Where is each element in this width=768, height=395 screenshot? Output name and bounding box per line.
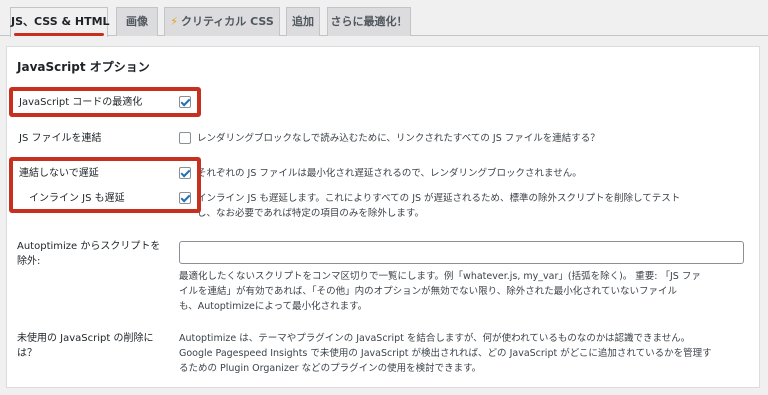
highlight-box <box>9 87 201 117</box>
defer-inline-js-description-line: インライン JS も遅延します。これによりすべての JS が遅延されるため、標準… <box>197 193 681 204</box>
tab-label: 追加 <box>292 15 314 28</box>
aggregate-js-description: レンダリングブロックなしで読み込むために、リンクされたすべての JS ファイルを… <box>197 133 600 144</box>
tab-optimize-more[interactable]: さらに最適化！ <box>327 7 411 36</box>
exclude-js-description-line: 最適化したくないスクリプトをコンマ区切りで一覧にします。例「whatever.j… <box>179 271 701 282</box>
defer-inline-js-description-line: し、なお必要であれば特定の項目のみを除外します。 <box>197 208 424 219</box>
tab-extra[interactable]: 追加 <box>286 7 320 36</box>
active-tab-underline <box>14 33 104 36</box>
exclude-js-input[interactable] <box>179 241 744 264</box>
highlight-box <box>9 157 201 213</box>
unused-js-description-line: Google Pagespeed Insights で未使用の JavaScri… <box>179 348 712 359</box>
exclude-js-label-line: Autoptimize からスクリプトを <box>17 241 161 252</box>
unused-js-label-line: は？ <box>17 348 37 359</box>
section-title: JavaScript オプション <box>17 60 150 74</box>
tab-label: 画像 <box>126 15 148 28</box>
tab-critical-css[interactable]: ⚡ クリティカル CSS <box>164 7 280 36</box>
settings-tabs: JS、CSS & HTML 画像 ⚡ クリティカル CSS 追加 さらに最適化！ <box>0 0 768 37</box>
js-options-panel: JavaScript オプション JavaScript コードの最適化 JS フ… <box>6 46 760 388</box>
unused-js-description-line: Autoptimize は、テーマやプラグインの JavaScript を結合し… <box>179 333 691 344</box>
exclude-js-label-line: 除外: <box>17 256 41 267</box>
exclude-js-description-line: も、Autoptimizeによって最小化されます。 <box>179 301 368 312</box>
aggregate-js-checkbox[interactable] <box>179 132 191 144</box>
tab-label: さらに最適化！ <box>330 15 408 28</box>
tab-label: クリティカル CSS <box>180 15 274 28</box>
exclude-js-description-line: イルを連結」が有効であれば、「その他」内のオプションが無効でない限り、除外された… <box>179 286 677 297</box>
lightning-icon: ⚡ <box>170 15 178 28</box>
defer-js-description: それぞれの JS ファイルは最小化され遅延されるので、レンダリングブロックされま… <box>197 168 582 179</box>
unused-js-description-line: るための Plugin Organizer などのプラグインの使用を検討できます… <box>179 363 482 374</box>
aggregate-js-label: JS ファイルを連結 <box>19 133 102 144</box>
unused-js-label-line: 未使用の JavaScript の削除に <box>17 333 154 344</box>
tab-images[interactable]: 画像 <box>116 7 158 36</box>
tab-label: JS、CSS & HTML <box>11 15 110 28</box>
